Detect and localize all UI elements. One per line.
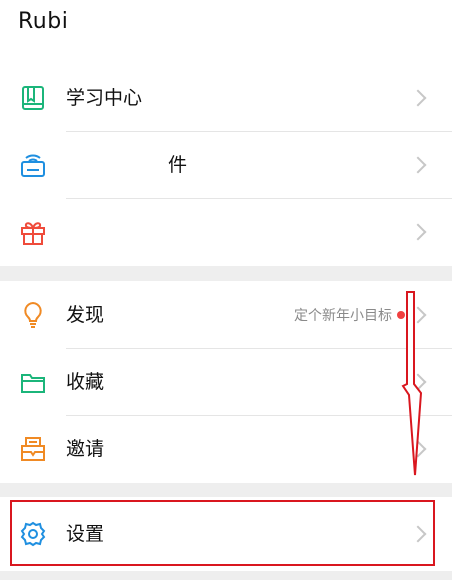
invite-icon <box>18 434 48 464</box>
menu-section-1: 学习中心 件 <box>0 64 452 266</box>
menu-item-discover[interactable]: 发现 定个新年小目标 <box>0 281 452 348</box>
profile-name: Rubi <box>18 9 69 34</box>
menu-item-learning-center[interactable]: 学习中心 <box>0 64 452 131</box>
chevron-right-icon <box>409 525 427 543</box>
menu-item-label: 设置 <box>66 523 105 545</box>
chevron-right-icon <box>409 373 427 390</box>
menu-section-3: 设置 <box>0 497 452 571</box>
menu-item-label: 发现 <box>66 303 105 326</box>
gift-icon <box>18 217 48 247</box>
chevron-right-icon <box>409 156 427 173</box>
menu-item-label: 件 <box>168 153 188 176</box>
redaction-mask <box>66 153 166 177</box>
menu-item-wifi-files[interactable]: 件 <box>0 131 452 198</box>
profile-header: Rubi <box>0 0 452 64</box>
chevron-right-icon <box>409 306 427 323</box>
menu-item-favorites[interactable]: 收藏 <box>0 348 452 415</box>
gear-icon <box>18 519 48 549</box>
chevron-right-icon <box>409 89 427 106</box>
wifi-box-icon <box>18 150 48 180</box>
discover-hint: 定个新年小目标 <box>294 307 392 324</box>
menu-item-invite[interactable]: 邀请 <box>0 415 452 482</box>
menu-item-settings[interactable]: 设置 <box>0 497 452 571</box>
menu-item-label: 学习中心 <box>66 86 143 109</box>
chevron-right-icon <box>409 223 427 240</box>
menu-item-label: 邀请 <box>66 437 105 460</box>
menu-section-2: 发现 定个新年小目标 收藏 邀请 <box>0 281 452 483</box>
lightbulb-icon <box>18 300 48 330</box>
menu-item-gift[interactable] <box>0 198 452 265</box>
menu-item-label: 收藏 <box>66 370 105 393</box>
chevron-right-icon <box>409 440 427 457</box>
notification-dot <box>397 310 405 319</box>
page: Rubi 学习中心 件 发现 定个新年小目标 收藏 邀请 设置 <box>0 0 452 580</box>
folder-icon <box>18 367 48 397</box>
book-icon <box>18 83 48 113</box>
